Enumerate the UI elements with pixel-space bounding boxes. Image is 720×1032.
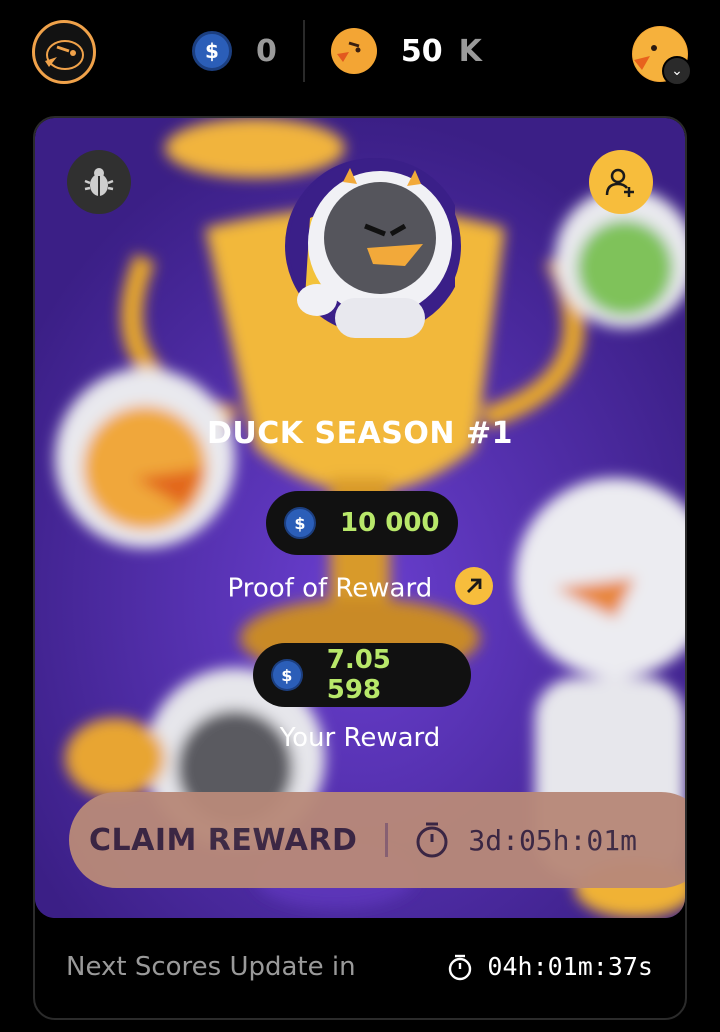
your-reward-pill: $ 7.05 598 <box>253 643 471 707</box>
claim-reward-label: CLAIM REWARD <box>89 822 358 858</box>
reward-pool-pill: $ 10 000 <box>266 491 458 555</box>
balances: $ 0 50 K <box>192 18 482 84</box>
reward-pool-amount: 10 000 <box>340 508 440 538</box>
your-reward-label: Your Reward <box>279 723 441 753</box>
duck-balance: 50 <box>400 33 443 69</box>
stopwatch-icon <box>416 822 448 858</box>
usdc-coin-icon: $ <box>271 659 303 691</box>
claim-reward-button[interactable]: CLAIM REWARD 3d:05h:01m <box>69 792 685 888</box>
usdc-coin-icon: $ <box>284 507 316 539</box>
chevron-down-icon[interactable]: ⌄ <box>662 56 692 86</box>
stopwatch-icon <box>449 954 472 980</box>
duck-token-icon <box>330 28 377 74</box>
season-title: DUCK SEASON #1 <box>207 416 513 451</box>
season-card: DUCK SEASON #1 $ 10 000 Proof of Reward … <box>33 116 687 1020</box>
next-update-timer: 04h:01m:37s <box>447 952 653 981</box>
proof-of-reward-link[interactable] <box>454 567 493 605</box>
proof-of-reward-label: Proof of Reward <box>227 573 433 604</box>
balance-divider <box>302 20 305 82</box>
claim-divider <box>385 823 389 857</box>
claim-countdown: 3d:05h:01m <box>468 823 637 857</box>
season-banner: DUCK SEASON #1 $ 10 000 Proof of Reward … <box>35 118 685 918</box>
add-user-icon <box>605 168 634 197</box>
user-avatar[interactable]: ⌄ <box>632 26 692 86</box>
top-bar: $ 0 50 K ⌄ <box>0 0 720 105</box>
angry-duck-logo-icon[interactable] <box>32 20 96 84</box>
usdc-balance: 0 <box>256 33 277 69</box>
your-reward-amount: 7.05 598 <box>326 645 391 705</box>
duck-balance-suffix: K <box>458 33 482 69</box>
proof-of-reward-row: Proof of Reward <box>35 567 685 608</box>
bug-icon <box>84 168 114 196</box>
arrow-up-right-icon <box>466 578 481 593</box>
season-mascot-image <box>285 158 461 338</box>
report-bug-button[interactable] <box>67 150 131 214</box>
scores-update-footer: Next Scores Update in 04h:01m:37s <box>35 918 685 1018</box>
next-update-label: Next Scores Update in <box>66 952 356 982</box>
usdc-coin-icon: $ <box>192 31 232 71</box>
next-update-countdown: 04h:01m:37s <box>487 952 653 981</box>
invite-friend-button[interactable] <box>589 150 653 214</box>
